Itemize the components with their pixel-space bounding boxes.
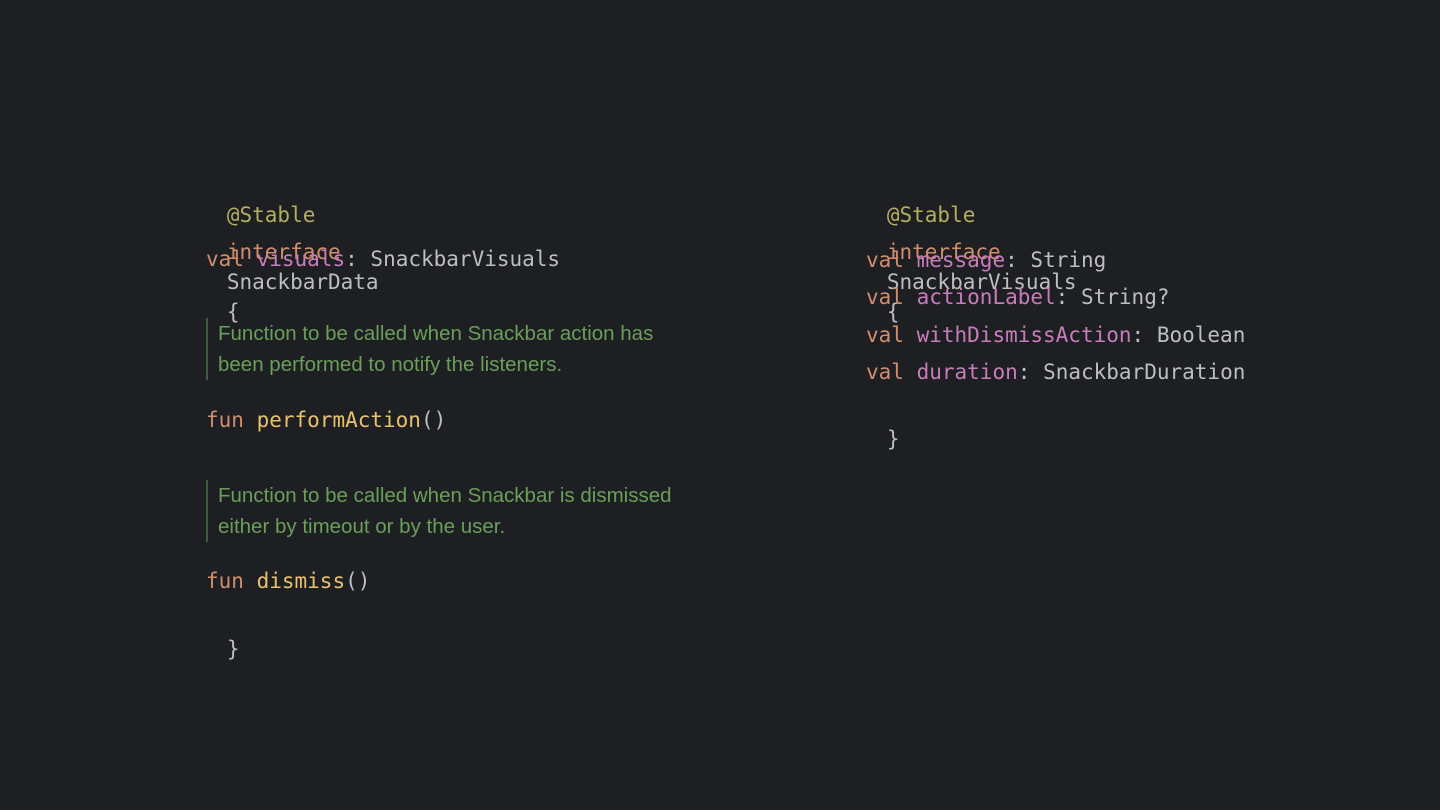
colon: :: [1017, 360, 1031, 384]
property-type: String?: [1080, 285, 1170, 309]
annotation-line: @Stable: [811, 170, 976, 227]
interface-declaration-line: interface SnackbarVisuals {: [811, 207, 1077, 324]
parens: (): [420, 408, 447, 432]
property-type: SnackbarDuration: [1043, 360, 1246, 384]
function-name: dismiss: [256, 569, 346, 593]
annotation-line: @Stable: [151, 170, 316, 227]
action-label-property-line: val actionLabel: String?: [866, 282, 1170, 312]
property-name: withDismissAction: [916, 323, 1132, 347]
function-name: performAction: [256, 408, 421, 432]
val-keyword: val: [866, 285, 904, 309]
parens: (): [345, 569, 371, 593]
property-name: visuals: [256, 247, 346, 271]
interface-declaration-line: interface SnackbarData {: [151, 207, 379, 324]
doc-comment-line: Function to be called when Snackbar is d…: [218, 484, 672, 507]
colon: :: [1055, 285, 1069, 309]
close-brace: }: [886, 427, 900, 451]
property-name: actionLabel: [916, 285, 1056, 309]
doc-comment-line: been performed to notify the listeners.: [218, 353, 563, 376]
perform-action-line: fun performAction(): [206, 405, 446, 435]
with-dismiss-action-property-line: val withDismissAction: Boolean: [866, 320, 1245, 350]
property-type: String: [1030, 248, 1107, 272]
property-type: Boolean: [1156, 323, 1246, 347]
message-property-line: val message: String: [866, 245, 1106, 275]
property-name: duration: [916, 360, 1018, 384]
dismiss-line: fun dismiss(): [206, 566, 370, 596]
colon: :: [345, 247, 358, 271]
snackbar-data-code-block: @Stable interface SnackbarData { val vis…: [151, 170, 771, 661]
doc-comment-line: either by timeout or by the user.: [218, 515, 506, 538]
visuals-property-line: val visuals: SnackbarVisuals: [206, 244, 560, 274]
colon: :: [1131, 323, 1145, 347]
duration-property-line: val duration: SnackbarDuration: [866, 357, 1245, 387]
fun-keyword: fun: [206, 408, 244, 432]
doc-comment-line: Function to be called when Snackbar acti…: [218, 322, 654, 345]
slide-canvas: @Stable interface SnackbarData { val vis…: [0, 0, 1440, 810]
close-brace-line: }: [151, 604, 240, 661]
val-keyword: val: [866, 360, 904, 384]
val-keyword: val: [206, 247, 244, 271]
snackbar-visuals-code-block: @Stable interface SnackbarVisuals { val …: [811, 170, 1371, 451]
val-keyword: val: [866, 248, 904, 272]
val-keyword: val: [866, 323, 904, 347]
fun-keyword: fun: [206, 569, 244, 593]
doc-comment-perform-action: Function to be called when Snackbar acti…: [206, 318, 718, 380]
doc-comment-dismiss: Function to be called when Snackbar is d…: [206, 480, 718, 542]
colon: :: [1005, 248, 1018, 272]
property-name: message: [916, 248, 1006, 272]
close-brace: }: [226, 637, 240, 661]
property-type: SnackbarVisuals: [370, 247, 561, 271]
close-brace-line: }: [811, 394, 900, 451]
